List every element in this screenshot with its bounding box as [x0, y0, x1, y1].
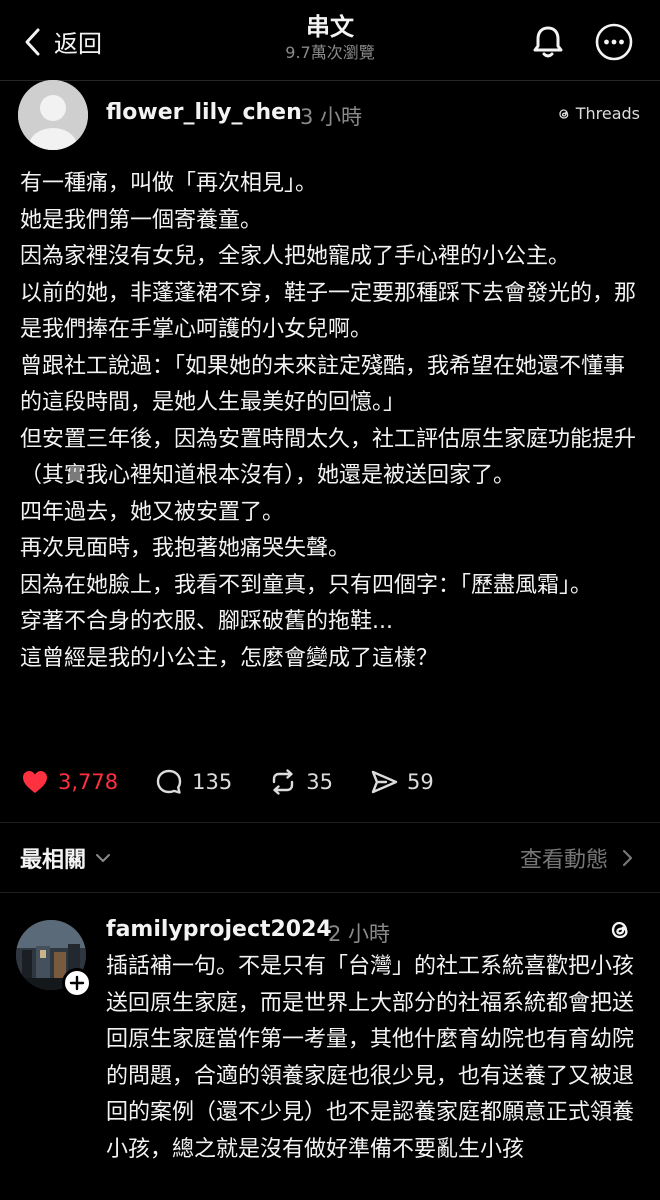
- post-body: 有一種痛，叫做「再次相見」。 她是我們第一個寄養童。 因為家裡沒有女兒，全家人把…: [20, 166, 644, 677]
- bell-icon[interactable]: [528, 22, 568, 62]
- like-button[interactable]: 3,778: [20, 767, 118, 797]
- reply-username[interactable]: familyproject2024: [106, 917, 332, 942]
- reply-text: 插話補一句。不是只有「台灣」的社工系統喜歡把小孩送回原生家庭，而是世界上大部分的…: [106, 954, 635, 1162]
- plus-icon: [69, 975, 85, 991]
- share-button[interactable]: 59: [369, 767, 434, 797]
- share-count: 59: [406, 770, 434, 794]
- view-activity-link[interactable]: 查看動態: [520, 842, 634, 874]
- heart-icon: [23, 771, 47, 793]
- repost-icon: [273, 769, 294, 795]
- reply-time: 2 小時: [328, 922, 391, 946]
- top-bar: 返回 串文 9.7萬次瀏覽: [0, 0, 660, 81]
- avatar[interactable]: [18, 80, 88, 150]
- repost-button[interactable]: 35: [268, 767, 333, 797]
- post-line: 穿著不合身的衣服、腳踩破舊的拖鞋...: [20, 609, 393, 634]
- more-icon[interactable]: [594, 22, 634, 62]
- comment-icon: [156, 769, 182, 794]
- like-count: 3,778: [58, 770, 119, 794]
- post-line: 但安置三年後，因為安置時間太久，社工評估原生家庭功能提升（其實我心裡知道根本沒有…: [20, 426, 637, 489]
- post-time: 3 小時: [300, 105, 363, 129]
- post-line: 她是我們第一個寄養童。: [20, 207, 263, 233]
- sort-label: 最相關: [20, 848, 87, 873]
- chevron-right-icon: [622, 849, 633, 867]
- divider: [0, 892, 660, 893]
- post-line: 再次見面時，我抱著她痛哭失聲。: [20, 536, 351, 561]
- threads-logo-icon: [559, 108, 569, 119]
- post-username[interactable]: flower_lily_chen: [106, 100, 302, 125]
- divider: [0, 822, 660, 823]
- repost-count: 35: [306, 770, 333, 794]
- follow-plus-button[interactable]: [62, 968, 92, 998]
- post-line: 有一種痛，叫做「再次相見」。: [20, 171, 318, 196]
- chevron-down-icon: [96, 854, 111, 862]
- sort-dropdown[interactable]: 最相關: [20, 842, 112, 874]
- comment-button[interactable]: 135: [154, 767, 232, 797]
- post-line: 曾跟社工說過：「如果她的未來註定殘酷，我希望在她還不懂事的這段時間，是她人生最美…: [20, 353, 626, 416]
- comment-count: 135: [192, 770, 233, 794]
- view-activity-label: 查看動態: [519, 848, 608, 873]
- post-actions: 3,778 135 35 59: [20, 764, 470, 800]
- source-label: Threads: [575, 104, 640, 123]
- post-line: 四年過去，她又被安置了。: [20, 499, 285, 525]
- post-line: 因為家裡沒有女兒，全家人把她寵成了手心裡的小公主。: [20, 244, 571, 269]
- post-line: 這曾經是我的小公主，怎麼會變成了這樣？: [20, 645, 439, 671]
- send-icon: [371, 770, 398, 794]
- default-avatar-icon: [18, 80, 88, 150]
- threads-source-badge: Threads: [556, 104, 640, 123]
- post-line: 因為在她臉上，我看不到童真，只有四個字：「歷盡風霜」。: [20, 572, 593, 598]
- post-line: 以前的她，非蓬蓬裙不穿，鞋子一定要那種踩下去會發光的，那是我們捧在手掌心呵護的小…: [20, 280, 637, 343]
- threads-logo-icon: [611, 921, 628, 939]
